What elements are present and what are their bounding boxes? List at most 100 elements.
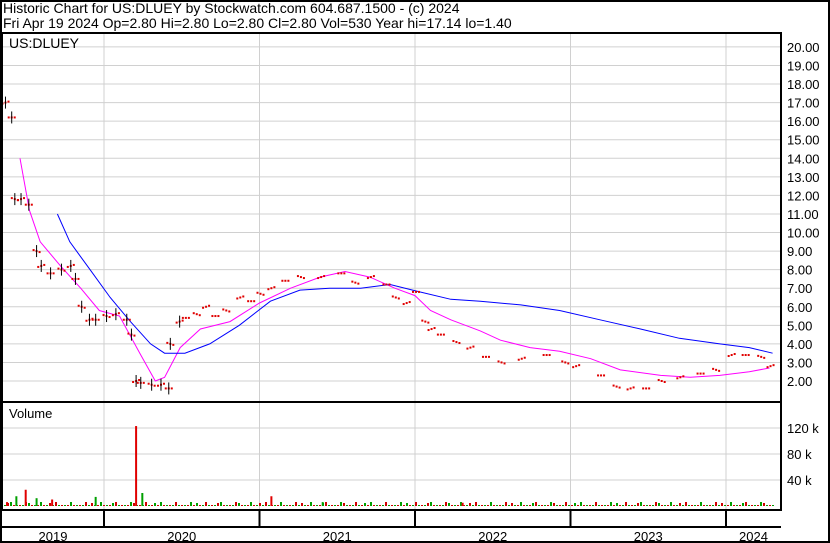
price-mark [676, 377, 679, 380]
price-mark [757, 354, 760, 357]
price-mark [702, 372, 705, 375]
price-mark [192, 312, 195, 315]
volume-bar [124, 505, 126, 506]
volume-bar [35, 498, 38, 506]
volume-bar [274, 505, 276, 506]
price-mark [452, 340, 455, 343]
price-panel-border [1, 32, 782, 403]
volume-bar [337, 505, 339, 506]
volume-bar [547, 505, 549, 506]
price-mark [10, 197, 13, 200]
price-mark [97, 318, 100, 321]
volume-bar [304, 505, 306, 506]
volume-bar [385, 502, 387, 506]
volume-bar [91, 503, 93, 506]
volume-bar [325, 502, 327, 506]
price-mark [663, 381, 666, 383]
volume-bar [490, 502, 492, 506]
volume-bar [424, 505, 426, 506]
volume-bar [361, 505, 363, 506]
volume-bar [130, 502, 132, 506]
volume-bar [382, 505, 384, 506]
volume-bar [220, 502, 222, 506]
volume-bar [508, 505, 510, 506]
price-tick-label: 10.00 [787, 226, 820, 241]
price-mark [166, 341, 169, 344]
price-mark [284, 279, 287, 282]
volume-bar [139, 505, 141, 506]
price-mark [77, 304, 80, 307]
volume-bar [70, 502, 72, 506]
volume-bar [493, 505, 495, 506]
price-mark [660, 380, 663, 382]
volume-bar [688, 505, 690, 506]
volume-bar [163, 505, 165, 506]
volume-bar [583, 505, 585, 506]
volume-bar [610, 502, 612, 506]
price-mark [430, 328, 433, 331]
price-mark [564, 361, 567, 364]
price-mark [259, 292, 262, 295]
price-mark [503, 362, 506, 365]
volume-bar [15, 496, 18, 506]
volume-bar [568, 505, 570, 506]
price-mark [128, 318, 131, 321]
volume-bar [370, 502, 372, 506]
price-mark [30, 203, 33, 206]
volume-bar [748, 505, 750, 506]
price-mark [744, 354, 747, 357]
price-mark [472, 345, 475, 348]
price-mark [242, 295, 245, 298]
volume-bar [394, 505, 396, 506]
volume-bar [82, 505, 84, 506]
volume-bar [586, 505, 588, 506]
volume-bar [376, 505, 378, 506]
volume-bar [499, 505, 501, 506]
volume-bar [40, 502, 42, 506]
price-mark [433, 327, 436, 330]
volume-bar [184, 505, 186, 506]
volume-bar [514, 505, 516, 506]
price-mark [427, 321, 430, 324]
volume-panel-border [1, 401, 782, 511]
volume-bar [532, 503, 534, 506]
volume-bar [529, 505, 531, 506]
price-mark [222, 308, 225, 311]
volume-bar [736, 505, 738, 506]
price-tick-label: 13.00 [787, 170, 820, 185]
price-mark [247, 300, 250, 303]
volume-bar [100, 502, 102, 506]
volume-bar [520, 502, 522, 506]
volume-bar [55, 502, 57, 506]
price-mark [741, 354, 744, 357]
price-mark [83, 306, 86, 309]
volume-bar [433, 505, 435, 506]
price-mark [164, 387, 167, 390]
volume-bar [166, 505, 168, 506]
price-mark [136, 381, 139, 384]
price-mark [545, 354, 548, 357]
volume-bar [661, 505, 663, 506]
volume-bar [226, 505, 228, 506]
price-mark [13, 116, 16, 119]
volume-bar [253, 505, 255, 506]
volume-tick-label: 80 k [787, 447, 812, 462]
volume-bar [415, 502, 417, 506]
volume-bar [247, 505, 249, 506]
price-mark [763, 356, 766, 359]
volume-tick-label: 40 k [787, 473, 812, 488]
price-mark [181, 319, 184, 322]
year-label: 2024 [739, 529, 768, 543]
volume-bar [550, 502, 552, 506]
volume-bar [364, 503, 366, 506]
price-tick-label: 11.00 [787, 207, 819, 222]
price-mark [397, 297, 400, 300]
price-mark [195, 313, 198, 316]
year-label: 2023 [634, 529, 663, 543]
price-mark [340, 272, 343, 275]
price-mark [612, 384, 615, 387]
volume-bar [310, 502, 312, 506]
volume-bar [461, 502, 464, 506]
volume-bar [112, 503, 114, 506]
price-tick-label: 3.00 [787, 355, 812, 370]
